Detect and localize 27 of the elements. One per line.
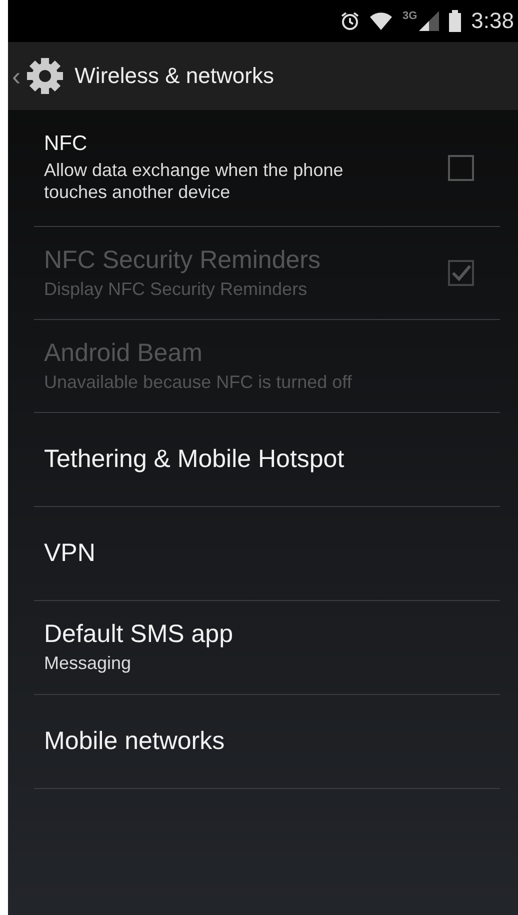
check-icon bbox=[451, 264, 471, 282]
item-title: Tethering & Mobile Hotspot bbox=[44, 445, 346, 474]
item-summary: Unavailable because NFC is turned off bbox=[44, 372, 353, 394]
item-summary: Display NFC Security Reminders bbox=[44, 278, 308, 300]
item-summary: Allow data exchange when the phone touches another device bbox=[44, 160, 344, 204]
settings-item[interactable]: NFC Allow data exchange when the phone touches another device bbox=[34, 110, 500, 227]
wifi-icon bbox=[370, 12, 392, 30]
item-title: Default SMS app bbox=[44, 620, 234, 650]
network-type: 3G bbox=[402, 10, 418, 22]
settings-item[interactable]: VPN bbox=[34, 507, 500, 601]
signal-icon bbox=[419, 11, 440, 31]
clock: 3:38 bbox=[471, 8, 514, 34]
settings-item[interactable]: Mobile networks bbox=[34, 695, 500, 789]
item-title: NFC Security Reminders bbox=[44, 246, 322, 275]
settings-item[interactable]: Default SMS app Messaging bbox=[34, 601, 500, 695]
item-summary: Messaging bbox=[44, 653, 132, 675]
settings-icon[interactable] bbox=[24, 56, 65, 96]
checkbox[interactable] bbox=[448, 155, 474, 181]
item-title: Android Beam bbox=[44, 338, 204, 368]
screen-title: Wireless & networks bbox=[74, 63, 274, 89]
settings-item[interactable]: Tethering & Mobile Hotspot bbox=[34, 413, 500, 507]
back-button[interactable]: ‹ bbox=[12, 60, 21, 92]
item-title: NFC bbox=[44, 132, 88, 156]
alarm-clock-icon bbox=[340, 11, 360, 31]
item-title: VPN bbox=[44, 539, 96, 568]
battery-icon bbox=[449, 10, 462, 32]
item-title: Mobile networks bbox=[44, 727, 226, 756]
